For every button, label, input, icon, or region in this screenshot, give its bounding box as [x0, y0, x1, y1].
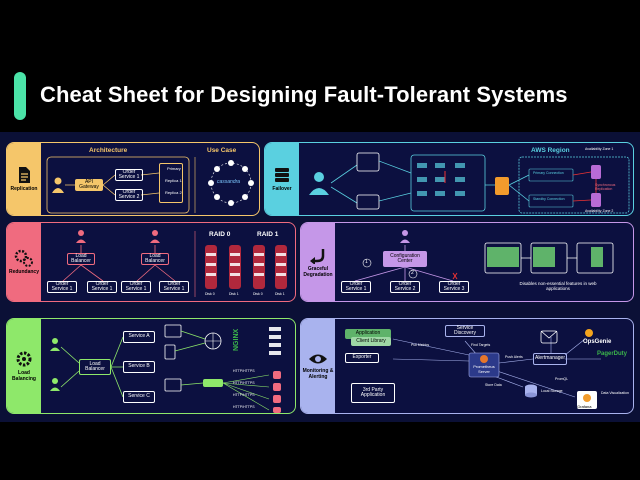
local-storage-label: Local Storage — [541, 389, 563, 393]
raid1-title: RAID 1 — [257, 231, 279, 238]
aws-region-title: AWS Region — [531, 147, 570, 154]
disk-label-1: Disk 0 — [205, 292, 215, 296]
exporter-box: Exporter — [345, 353, 379, 363]
primary-connection-label: Primary Connection — [533, 171, 564, 175]
footer — [0, 422, 640, 480]
step-1: 1 — [365, 259, 368, 265]
replica-2-label: Replica 2 — [165, 190, 182, 195]
user-icon — [52, 177, 64, 193]
client-library-box: Client Library — [351, 337, 391, 346]
order-service-box-2: Order Service 1 — [87, 281, 117, 293]
order-service-box-1: Order Service 1 — [47, 281, 77, 293]
order-service-2-box: Order Service 2 — [115, 189, 143, 201]
find-targets-label: Find Targets — [471, 343, 491, 347]
graceful-order-service-2: Order Service 2 — [390, 281, 420, 293]
replication-panel: Replication Architecture Use Case API Ga… — [6, 142, 260, 216]
step-2: 2 — [411, 270, 414, 276]
http-label-2: HTTP/HTTPS — [233, 381, 255, 385]
service-c-box: Service C — [123, 391, 155, 403]
failover-diagram — [309, 152, 630, 214]
sync-replication-label: Synchronous Replication — [595, 183, 616, 192]
disk-label-3: Disk 0 — [253, 292, 263, 296]
api-gateway-box: API Gateway — [75, 179, 103, 191]
service-a-box: Service A — [123, 331, 155, 343]
config-center-box: Configuration Center — [383, 251, 427, 267]
prometheus-server-label: Prometheus Server — [473, 364, 495, 374]
az1-label: Availability Zone 1 — [585, 147, 614, 151]
service-b-box: Service B — [123, 361, 155, 373]
redundancy-panel: Redundancy Load Balancer Load Balancer O… — [6, 222, 296, 302]
order-service-box-3: Order Service 1 — [121, 281, 151, 293]
page-title: Cheat Sheet for Designing Fault-Tolerant… — [40, 82, 568, 107]
push-alerts-label: Push Alerts — [505, 355, 523, 359]
graceful-panel: Graceful Degradation Configuration Cente… — [300, 222, 634, 302]
pagerduty-logo: PagerDuty — [597, 351, 628, 357]
nginx-logo: NGINX — [233, 328, 240, 351]
raid0-title: RAID 0 — [209, 231, 231, 238]
disk-label-2: Disk 1 — [229, 292, 239, 296]
title-accent-bar — [14, 72, 26, 120]
http-label-4: HTTP/HTTPS — [233, 405, 255, 409]
pull-metrics-label: Pull Metrics — [411, 343, 430, 347]
monitoring-panel: Monitoring & Alerting Application Client… — [300, 318, 634, 414]
cassandra-logo: cassandra — [217, 179, 241, 185]
promql-label: PromQL — [555, 377, 569, 381]
replica-1-label: Replica 1 — [165, 178, 182, 183]
disables-caption: Disables non-essential features in web a… — [519, 281, 597, 292]
order-service-1-box: Order Service 1 — [115, 169, 143, 181]
lb-box: Load Balancer — [79, 359, 111, 375]
header: Cheat Sheet for Designing Fault-Tolerant… — [0, 0, 640, 132]
graceful-order-service-3: Order Service 3 — [439, 281, 469, 293]
grafana-logo: Grafana — [577, 404, 592, 409]
third-party-box: 3rd Party Application — [351, 383, 395, 403]
primary-label: Primary — [167, 166, 181, 171]
failover-panel: Failover AWS Region Availability Zone 1 … — [264, 142, 634, 216]
disk-label-4: Disk 1 — [275, 292, 285, 296]
load-balancer-2: Load Balancer — [141, 253, 169, 265]
opsgenie-logo: OpsGenie — [583, 339, 612, 345]
store-data-label: Store Data — [485, 383, 502, 387]
load-balancing-panel: Load Balancing Load Balancer Service A S… — [6, 318, 296, 414]
standby-connection-label: Standby Connection — [533, 197, 565, 201]
http-label-3: HTTP/HTTPS — [233, 393, 255, 397]
diagram-canvas: Replication Architecture Use Case API Ga… — [0, 132, 640, 422]
order-service-box-4: Order Service 1 — [159, 281, 189, 293]
http-label-1: HTTP/HTTPS — [233, 369, 255, 373]
alertmanager-box: Alertmanager — [533, 353, 567, 365]
graceful-order-service-1: Order Service 1 — [341, 281, 371, 293]
data-visualization-label: Data Visualization — [601, 391, 629, 395]
az2-label: Availability Zone 2 — [585, 209, 614, 213]
load-balancer-1: Load Balancer — [67, 253, 95, 265]
service-discovery-box: Service Discovery — [445, 325, 485, 337]
